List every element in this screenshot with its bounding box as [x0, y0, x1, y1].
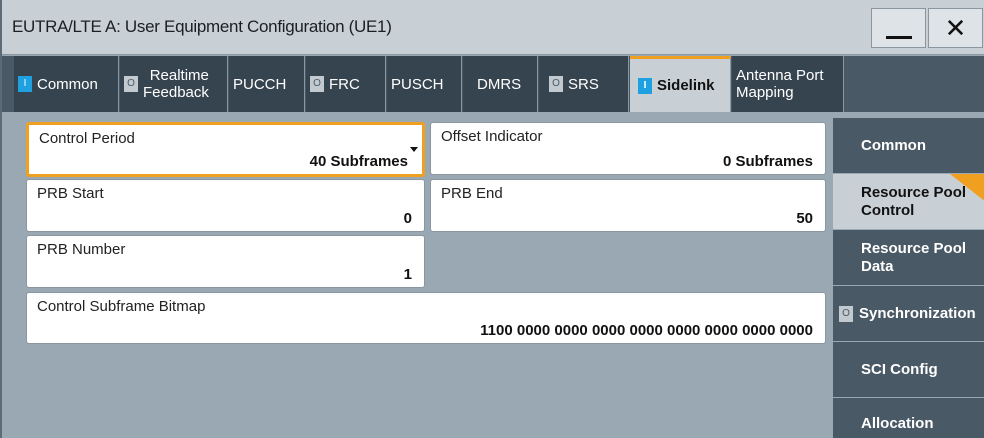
status-indicator-icon: O — [310, 76, 324, 92]
tab-pucch[interactable]: PUCCH — [229, 56, 305, 112]
tab-frc[interactable]: O FRC — [306, 56, 386, 112]
tab-label: PUCCH — [233, 75, 287, 93]
field-label: Offset Indicator — [441, 128, 543, 145]
tab-pusch[interactable]: PUSCH — [387, 56, 462, 112]
field-value: 1 — [403, 266, 412, 283]
tab-sidelink[interactable]: I Sidelink — [630, 56, 731, 112]
tab-realtime-feedback[interactable]: O Realtime Feedback — [120, 56, 228, 112]
field-value: 0 Subframes — [722, 153, 813, 170]
nav-label: SCI Config — [861, 360, 938, 378]
field-label: Control Subframe Bitmap — [37, 298, 206, 315]
close-icon: ✕ — [944, 12, 967, 43]
prb-number-field[interactable]: PRB Number 1 — [26, 235, 425, 288]
field-label: PRB Number — [37, 241, 126, 258]
status-indicator-icon: O — [549, 76, 563, 92]
nav-label-line1: Resource Pool — [861, 239, 967, 257]
tab-label: Common — [37, 75, 98, 93]
tab-dmrs[interactable]: DMRS — [463, 56, 538, 112]
nav-sci-config[interactable]: SCI Config — [833, 342, 984, 397]
tab-antenna-port-mapping[interactable]: Antenna Port Mapping — [732, 56, 844, 112]
tab-label: Realtime Feedback — [143, 67, 209, 101]
tab-label-line1: Antenna Port — [736, 67, 824, 84]
field-value: 50 — [796, 210, 813, 227]
nav-label: Resource Pool Data — [861, 240, 966, 276]
field-label: PRB End — [441, 185, 503, 202]
tab-label: PUSCH — [391, 75, 444, 93]
nav-label-line2: Control — [861, 201, 915, 219]
prb-start-field[interactable]: PRB Start 0 — [26, 179, 425, 232]
status-indicator-icon: I — [638, 77, 652, 94]
nav-synchronization[interactable]: O Synchronization — [833, 286, 984, 341]
tab-label-line2: Mapping — [736, 84, 794, 101]
nav-label: Allocation — [861, 415, 934, 432]
minimize-button[interactable] — [871, 8, 926, 48]
tab-label: Sidelink — [657, 77, 715, 94]
tab-bar: I Common O Realtime Feedback PUCCH O FRC… — [2, 56, 984, 112]
active-corner-marker — [950, 174, 984, 202]
field-label: Control Period — [39, 130, 135, 147]
dropdown-arrow-icon — [410, 147, 418, 152]
title-bar: EUTRA/LTE A: User Equipment Configuratio… — [2, 0, 984, 55]
tab-common[interactable]: I Common — [14, 56, 119, 112]
status-indicator-icon: O — [839, 305, 853, 322]
close-button[interactable]: ✕ — [928, 8, 983, 48]
nav-allocation[interactable]: Allocation — [833, 398, 984, 438]
nav-common[interactable]: Common — [833, 118, 984, 173]
field-label: PRB Start — [37, 185, 104, 202]
side-navigation: Common Resource Pool Control Resource Po… — [833, 112, 984, 438]
control-subframe-bitmap-field[interactable]: Control Subframe Bitmap 1100 0000 0000 0… — [26, 292, 826, 344]
tab-label: SRS — [568, 75, 599, 93]
status-indicator-icon: I — [18, 76, 32, 92]
tab-label: FRC — [329, 75, 360, 93]
nav-resource-pool-control[interactable]: Resource Pool Control — [833, 174, 984, 229]
tab-label: Antenna Port Mapping — [736, 67, 824, 101]
nav-label: Synchronization — [859, 304, 976, 322]
tab-label: DMRS — [477, 75, 522, 93]
ue-config-window: EUTRA/LTE A: User Equipment Configuratio… — [0, 0, 984, 438]
nav-resource-pool-data[interactable]: Resource Pool Data — [833, 230, 984, 285]
sidelink-control-panel: Control Period 40 Subframes Offset Indic… — [14, 112, 830, 438]
window-title: EUTRA/LTE A: User Equipment Configuratio… — [12, 17, 392, 36]
status-indicator-icon: O — [124, 76, 138, 92]
tab-label-line2: Feedback — [143, 84, 209, 101]
prb-end-field[interactable]: PRB End 50 — [430, 179, 826, 232]
tab-label-line1: Realtime — [149, 67, 209, 84]
field-value: 0 — [403, 210, 412, 227]
offset-indicator-field[interactable]: Offset Indicator 0 Subframes — [430, 122, 826, 175]
tab-srs[interactable]: O SRS — [539, 56, 629, 112]
field-value: 1100 0000 0000 0000 0000 0000 0000 0000 … — [480, 322, 813, 339]
control-period-dropdown[interactable]: Control Period 40 Subframes — [26, 122, 425, 177]
nav-label: Common — [861, 136, 926, 154]
nav-label-line2: Data — [861, 257, 894, 275]
field-value: 40 Subframes — [309, 153, 408, 170]
